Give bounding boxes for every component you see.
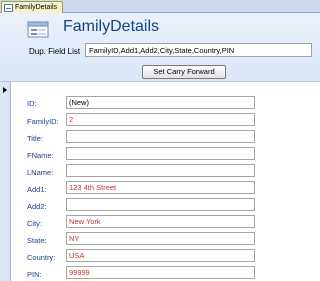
set-carry-forward-button[interactable]: Set Carry Forward	[142, 65, 226, 79]
title-field[interactable]	[66, 130, 255, 143]
page-title: FamilyDetails	[63, 18, 160, 35]
city-label: City:	[27, 219, 42, 228]
id-label: ID:	[27, 99, 37, 108]
add1-label: Add1:	[27, 185, 47, 194]
dup-field-list-label: Dup. Field List	[29, 47, 81, 56]
form-header-icon	[27, 21, 49, 38]
familyid-label: FamilyID:	[27, 117, 59, 126]
pin-label: PIN:	[27, 270, 42, 279]
tab-familydetails[interactable]: FamilyDetails	[1, 1, 63, 13]
tab-label: FamilyDetails	[15, 4, 58, 11]
fname-field[interactable]	[66, 147, 255, 160]
title-label: Title:	[27, 134, 43, 143]
familyid-field[interactable]: 2	[66, 113, 255, 126]
state-label: State:	[27, 236, 47, 245]
add1-field[interactable]: 123 4th Street	[66, 181, 255, 194]
pin-field[interactable]: 99999	[66, 266, 255, 279]
city-field[interactable]: New York	[66, 215, 255, 228]
document-tab-strip: FamilyDetails	[0, 0, 320, 13]
record-selector[interactable]	[0, 82, 11, 281]
current-record-arrow-icon	[3, 87, 7, 93]
form-icon	[4, 3, 13, 12]
fname-label: FName:	[27, 151, 54, 160]
form-detail: ID: (New) FamilyID: 2 Title: FName: LNam…	[11, 82, 320, 281]
form-header: FamilyDetails Dup. Field List FamilyID,A…	[0, 13, 320, 82]
country-label: Country:	[27, 253, 56, 262]
country-field[interactable]: USA	[66, 249, 255, 262]
lname-field[interactable]	[66, 164, 255, 177]
add2-label: Add2:	[27, 202, 47, 211]
lname-label: LName:	[27, 168, 54, 177]
id-field[interactable]: (New)	[66, 96, 255, 109]
state-field[interactable]: NY	[66, 232, 255, 245]
dup-field-list-input[interactable]: FamilyID,Add1,Add2,City,State,Country,PI…	[85, 43, 312, 57]
add2-field[interactable]	[66, 198, 255, 211]
